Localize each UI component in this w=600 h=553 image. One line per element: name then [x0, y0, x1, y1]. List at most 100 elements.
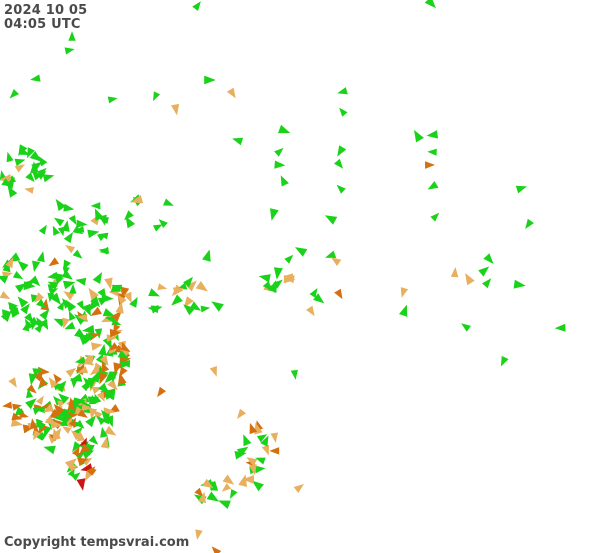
wind-arrow	[65, 367, 77, 378]
wind-arrow	[87, 229, 100, 239]
wind-arrow	[482, 278, 492, 289]
wind-arrow	[295, 247, 308, 257]
wind-arrow	[234, 451, 247, 460]
wind-arrow	[478, 266, 490, 277]
wind-arrow	[222, 474, 235, 485]
map-time: 04:05 UTC	[4, 17, 81, 32]
wind-arrow	[202, 249, 211, 262]
wind-arrow	[75, 277, 87, 286]
wind-arrow	[75, 419, 85, 429]
wind-arrow	[157, 386, 166, 398]
wind-arrow	[430, 212, 440, 222]
wind-arrow	[39, 309, 50, 321]
wind-arrow	[426, 130, 438, 139]
wind-arrow	[325, 250, 337, 258]
wind-arrow	[200, 305, 211, 313]
wind-arrow	[8, 377, 17, 388]
wind-arrow	[36, 251, 45, 263]
wind-arrow	[274, 160, 286, 169]
wind-arrow	[290, 369, 298, 380]
wind-arrow	[81, 450, 95, 460]
wind-arrow	[90, 202, 101, 210]
wind-arrow	[63, 203, 75, 212]
wind-arrow	[76, 478, 86, 491]
wind-arrow	[218, 500, 231, 509]
wind-arrow	[465, 273, 475, 286]
wind-arrow	[68, 215, 77, 225]
wind-arrow	[192, 1, 201, 12]
wind-arrow	[513, 279, 526, 289]
wind-arrow	[43, 445, 56, 455]
wind-arrow	[206, 491, 219, 502]
wind-arrow	[334, 288, 343, 300]
wind-arrow	[48, 257, 60, 267]
wind-arrow	[211, 301, 224, 312]
wind-arrow	[52, 225, 60, 236]
wind-arrow	[427, 181, 439, 190]
wind-arrow	[425, 161, 435, 169]
wind-arrow	[57, 226, 65, 237]
wind-arrow	[102, 308, 115, 317]
wind-arrow	[554, 323, 566, 332]
wind-arrow	[6, 151, 14, 163]
wind-arrows-layer	[0, 0, 566, 553]
wind-arrow	[261, 444, 270, 456]
wind-arrow	[450, 267, 459, 278]
wind-arrow	[525, 218, 534, 229]
wind-arrow	[104, 277, 113, 290]
wind-arrow	[270, 208, 279, 221]
wind-arrow	[209, 366, 217, 377]
wind-arrow	[204, 75, 216, 85]
wind-arrow	[163, 198, 174, 206]
wind-arrow	[153, 91, 161, 102]
wind-arrow	[232, 137, 244, 146]
wind-arrow	[171, 294, 183, 306]
wind-arrow	[273, 267, 283, 280]
wind-arrow	[171, 103, 180, 116]
wind-arrow	[88, 435, 99, 445]
wind-arrow	[324, 215, 338, 225]
wind-arrow	[334, 158, 344, 169]
wind-arrow	[92, 272, 103, 284]
wind-arrow	[0, 275, 9, 284]
wind-arrow	[38, 224, 47, 235]
wind-arrow	[500, 355, 509, 367]
wind-arrow	[76, 300, 84, 311]
wind-arrow	[9, 89, 19, 99]
wind-arrow	[195, 529, 203, 540]
wind-arrow	[427, 148, 437, 156]
wind-arrow	[30, 74, 41, 82]
wind-arrow	[14, 164, 25, 173]
wind-arrow	[211, 546, 222, 553]
wind-arrow	[32, 260, 41, 272]
wind-arrow	[76, 219, 88, 228]
wind-arrow	[63, 232, 73, 244]
wind-arrow	[64, 47, 75, 55]
wind-arrow	[293, 484, 304, 493]
wind-arrow	[280, 175, 289, 187]
wind-arrow	[258, 274, 271, 283]
wind-arrow	[483, 253, 494, 264]
wind-arrow	[152, 224, 163, 232]
wind-arrow	[337, 145, 347, 157]
wind-arrow	[424, 0, 436, 9]
wind-arrow	[2, 401, 13, 409]
wind-arrow	[221, 483, 232, 492]
wind-arrow	[24, 187, 34, 194]
wind-arrow	[65, 299, 77, 312]
wind-arrow	[274, 147, 284, 157]
copyright-notice: Copyright tempsvrai.com	[4, 535, 190, 550]
wind-arrow	[284, 254, 294, 264]
wind-arrow	[70, 378, 79, 389]
wind-arrow	[306, 305, 315, 317]
wind-arrow	[107, 96, 118, 104]
wind-arrow	[278, 124, 291, 134]
wind-arrow	[62, 426, 72, 434]
wind-arrow	[461, 323, 471, 332]
wind-arrow	[17, 260, 29, 272]
wind-arrow	[414, 129, 424, 143]
wind-arrow	[237, 408, 247, 419]
wind-arrow	[243, 434, 252, 447]
wind-arrow	[255, 457, 266, 465]
wind-arrow	[330, 257, 342, 266]
